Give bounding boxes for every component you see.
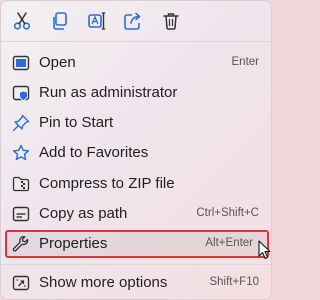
delete-button[interactable] [159, 9, 183, 33]
menu-item-compress-to-zip[interactable]: Compress to ZIP file [5, 170, 269, 198]
menu-item-label: Add to Favorites [39, 144, 149, 161]
menu-item-shortcut: Shift+F10 [209, 276, 259, 288]
menu-item-copy-as-path[interactable]: Copy as path Ctrl+Shift+C [5, 200, 269, 228]
menu-item-label: Show more options [39, 274, 168, 291]
share-icon [124, 12, 141, 30]
menu-item-run-as-administrator[interactable]: Run as administrator [5, 79, 269, 107]
menu-item-pin-to-start[interactable]: Pin to Start [5, 109, 269, 137]
menu-item-label: Properties [39, 235, 108, 252]
menu-item-label: Open [39, 54, 76, 71]
menu-item-add-to-favorites[interactable]: Add to Favorites [5, 139, 269, 167]
pin-icon [11, 113, 31, 133]
rename-button[interactable] [85, 9, 109, 33]
more-options-icon [11, 273, 31, 293]
menu-divider [1, 264, 271, 265]
mouse-cursor-icon [258, 240, 271, 260]
cut-icon [13, 12, 31, 30]
copy-path-icon [11, 204, 31, 224]
menu-item-label: Run as administrator [39, 84, 178, 101]
star-icon [11, 143, 31, 163]
context-menu: Open Enter Run as administrator Pin to S… [0, 0, 272, 300]
zip-folder-icon [11, 174, 31, 194]
menu-item-label: Copy as path [39, 205, 128, 222]
share-button[interactable] [121, 9, 145, 33]
context-menu-toolbar [1, 1, 271, 41]
wrench-icon [11, 234, 31, 254]
menu-item-shortcut: Enter [231, 56, 260, 68]
menu-item-label: Pin to Start [39, 114, 114, 131]
menu-item-properties[interactable]: Properties Alt+Enter [5, 230, 269, 258]
menu-item-open[interactable]: Open Enter [5, 49, 269, 77]
copy-icon [53, 12, 67, 30]
menu-item-label: Compress to ZIP file [39, 175, 175, 192]
open-window-icon [11, 53, 31, 73]
toolbar-divider [1, 41, 271, 42]
rename-icon [88, 12, 106, 30]
menu-item-shortcut: Ctrl+Shift+C [196, 207, 259, 219]
copy-button[interactable] [48, 9, 72, 33]
menu-item-shortcut: Alt+Enter [205, 237, 253, 249]
delete-icon [163, 13, 179, 30]
cut-button[interactable] [10, 9, 34, 33]
shield-icon [11, 83, 31, 103]
menu-item-show-more-options[interactable]: Show more options Shift+F10 [5, 269, 269, 297]
